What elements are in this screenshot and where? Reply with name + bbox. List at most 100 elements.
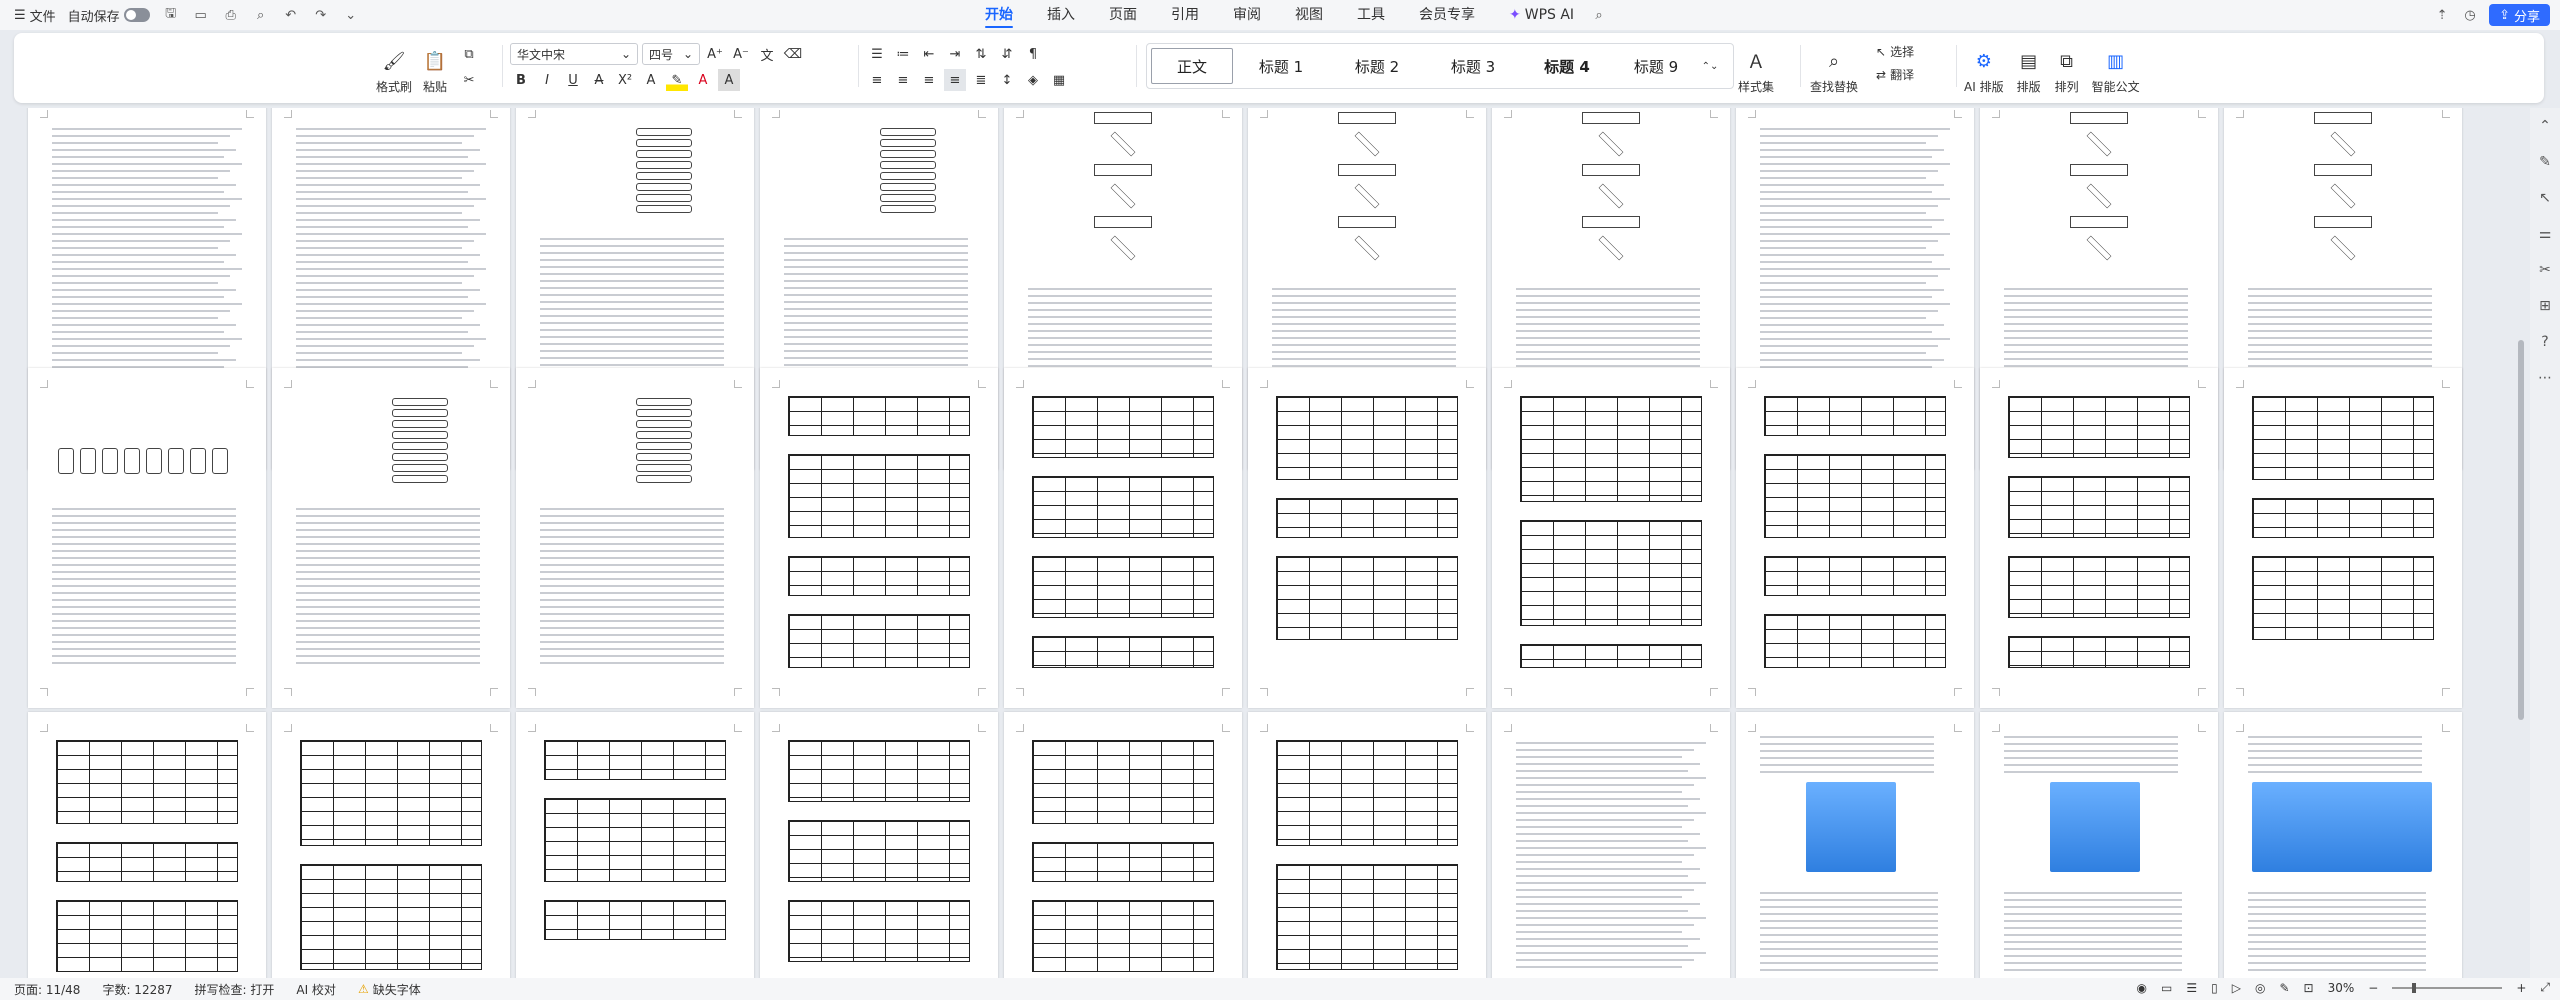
page-view-icon[interactable]: ▭ — [2161, 981, 2172, 995]
tools-icon[interactable]: ✂ — [2530, 252, 2560, 288]
text-direction-icon[interactable]: ⇅ — [970, 43, 992, 65]
font-name-select[interactable]: 华文中宋 ⌄ — [510, 43, 638, 65]
print-icon[interactable]: ⎙ — [222, 6, 240, 24]
strikethrough-icon[interactable]: A — [588, 69, 610, 91]
page-thumbnail[interactable] — [1980, 368, 2218, 708]
page-thumbnail[interactable] — [760, 712, 998, 978]
page-thumbnail[interactable] — [1980, 712, 2218, 978]
zoom-knob[interactable] — [2412, 982, 2417, 993]
page-thumbnail[interactable] — [1248, 712, 1486, 978]
select-button[interactable]: ↖ 选择 — [1876, 43, 1914, 60]
tab-tools[interactable]: 工具 — [1357, 0, 1385, 30]
style-normal[interactable]: 正文 — [1151, 48, 1233, 84]
web-view-icon[interactable]: ◎ — [2255, 981, 2265, 995]
char-shading-icon[interactable]: A — [718, 69, 740, 91]
reading-view-icon[interactable]: ▯ — [2211, 981, 2218, 995]
ai-layout-button[interactable]: ⚙ AI 排版 — [1964, 39, 2004, 95]
style-heading-1[interactable]: 标题 1 — [1233, 44, 1329, 88]
page-thumbnail[interactable] — [760, 368, 998, 708]
page-thumbnail[interactable] — [2224, 712, 2462, 978]
help-icon[interactable]: ? — [2530, 324, 2560, 360]
numbered-list-icon[interactable]: ≔ — [892, 43, 914, 65]
tab-home[interactable]: 开始 — [985, 0, 1013, 30]
italic-icon[interactable]: I — [536, 69, 558, 91]
gallery-scroll-icon[interactable]: ⌃⌄ — [1699, 55, 1721, 77]
fullscreen-icon[interactable]: ⤢ — [2540, 980, 2550, 995]
ai-check[interactable]: AI 校对 — [296, 981, 336, 998]
fit-page-icon[interactable]: ⊡ — [2304, 981, 2314, 995]
page-thumbnail[interactable] — [272, 712, 510, 978]
underline-icon[interactable]: U — [562, 69, 584, 91]
smart-doc-button[interactable]: ▥ 智能公文 — [2092, 39, 2140, 95]
page-thumbnail[interactable] — [272, 368, 510, 708]
highlight-icon[interactable]: ✎ — [666, 69, 688, 91]
select-tool-icon[interactable]: ↖ — [2530, 180, 2560, 216]
shrink-font-icon[interactable]: A⁻ — [730, 43, 752, 65]
cut-icon[interactable]: ✂ — [458, 69, 480, 91]
page-thumbnail[interactable] — [1248, 368, 1486, 708]
page-thumbnail[interactable] — [1004, 368, 1242, 708]
tab-view[interactable]: 视图 — [1295, 0, 1323, 30]
missing-font-warning[interactable]: ⚠ 缺失字体 — [358, 981, 421, 998]
share-button[interactable]: ⇪ 分享 — [2489, 4, 2550, 26]
zoom-out-icon[interactable]: − — [2368, 981, 2378, 995]
justify-icon[interactable]: ≡ — [944, 69, 966, 91]
page-indicator[interactable]: 页面: 11/48 — [14, 981, 80, 998]
document-canvas[interactable] — [0, 108, 2548, 978]
increase-indent-icon[interactable]: ⇥ — [944, 43, 966, 65]
spellcheck-status[interactable]: 拼写检查: 打开 — [195, 981, 275, 998]
clear-format-icon[interactable]: ⌫ — [782, 43, 804, 65]
bold-icon[interactable]: B — [510, 69, 532, 91]
align-center-icon[interactable]: ≡ — [892, 69, 914, 91]
bullet-list-icon[interactable]: ☰ — [866, 43, 888, 65]
copy-icon[interactable]: ⧉ — [458, 43, 480, 65]
more-icon[interactable]: ⋯ — [2530, 360, 2560, 396]
collapse-icon[interactable]: ⌃ — [2530, 108, 2560, 144]
plugin-icon[interactable]: ⊞ — [2530, 288, 2560, 324]
page-thumbnail[interactable] — [2224, 368, 2462, 708]
page-thumbnail[interactable] — [1492, 368, 1730, 708]
vertical-scrollbar[interactable] — [2518, 340, 2524, 720]
align-left-icon[interactable]: ≡ — [866, 69, 888, 91]
tab-insert[interactable]: 插入 — [1047, 0, 1075, 30]
style-heading-3[interactable]: 标题 3 — [1425, 44, 1521, 88]
page-thumbnail[interactable] — [28, 368, 266, 708]
line-spacing-icon[interactable]: ↕ — [996, 69, 1018, 91]
outline-view-icon[interactable]: ☰ — [2186, 981, 2197, 995]
edit-icon[interactable]: ✎ — [2530, 144, 2560, 180]
paste-button[interactable]: 📋 粘贴 — [422, 39, 448, 95]
zoom-in-icon[interactable]: + — [2516, 981, 2526, 995]
show-marks-icon[interactable]: ¶ — [1022, 43, 1044, 65]
format-painter-button[interactable]: 🖌 格式刷 — [376, 39, 412, 95]
font-size-select[interactable]: 四号 ⌄ — [642, 43, 700, 65]
page-thumbnail[interactable] — [1736, 712, 1974, 978]
style-heading-4[interactable]: 标题 4 — [1521, 44, 1613, 88]
print-preview-icon[interactable]: ⌕ — [252, 6, 270, 24]
style-heading-9[interactable]: 标题 9 — [1613, 44, 1699, 88]
shading-icon[interactable]: ◈ — [1022, 69, 1044, 91]
page-thumbnail[interactable] — [516, 712, 754, 978]
page-thumbnail[interactable] — [1492, 712, 1730, 978]
eye-icon[interactable]: ◉ — [2137, 981, 2147, 995]
decrease-indent-icon[interactable]: ⇤ — [918, 43, 940, 65]
distributed-icon[interactable]: ≣ — [970, 69, 992, 91]
sort-icon[interactable]: ⇵ — [996, 43, 1018, 65]
style-set-button[interactable]: Ａ 样式集 — [1738, 39, 1774, 95]
save-icon[interactable]: 🖫 — [162, 6, 180, 24]
phonetic-icon[interactable]: 文 — [756, 43, 778, 65]
history-icon[interactable]: ◷ — [2461, 6, 2479, 24]
undo-icon[interactable]: ↶ — [282, 6, 300, 24]
layout-button[interactable]: ▤ 排版 — [2016, 39, 2042, 95]
search-icon[interactable]: ⌕ — [1590, 6, 1608, 24]
pen-icon[interactable]: ✎ — [2279, 981, 2289, 995]
arrange-button[interactable]: ⧉ 排列 — [2054, 39, 2080, 95]
play-icon[interactable]: ▷ — [2232, 981, 2241, 995]
font-color-icon[interactable]: A — [692, 69, 714, 91]
cloud-sync-icon[interactable]: ⇡ — [2433, 6, 2451, 24]
align-right-icon[interactable]: ≡ — [918, 69, 940, 91]
borders-icon[interactable]: ▦ — [1048, 69, 1070, 91]
tab-references[interactable]: 引用 — [1171, 0, 1199, 30]
zoom-level[interactable]: 30% — [2328, 981, 2355, 995]
tab-wps-ai[interactable]: ✦ WPS AI — [1509, 0, 1574, 30]
tab-review[interactable]: 审阅 — [1233, 0, 1261, 30]
